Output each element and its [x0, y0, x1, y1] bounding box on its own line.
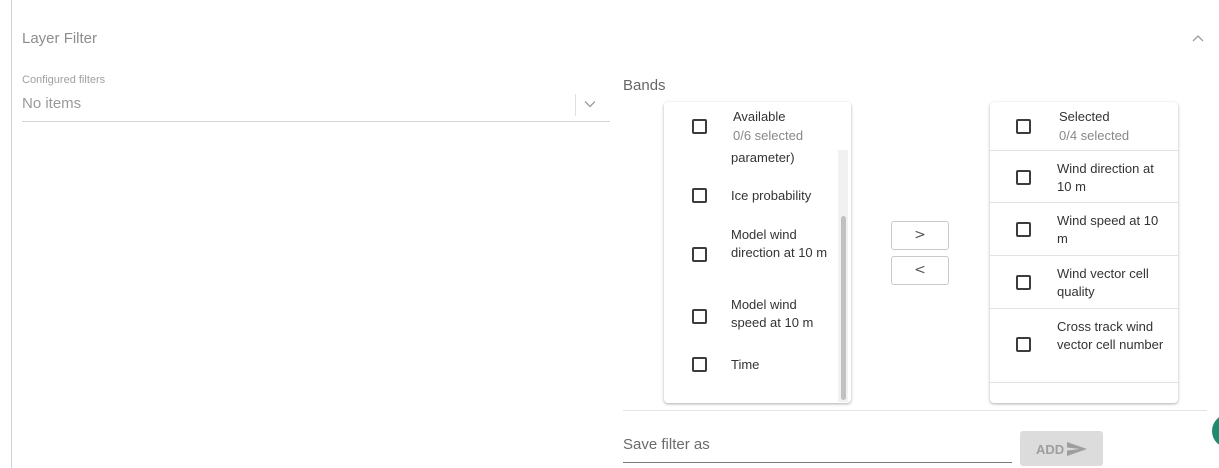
save-filter-field[interactable] [623, 432, 1012, 463]
item-label: parameter) [731, 150, 795, 165]
add-button-label: ADD [1036, 442, 1065, 457]
item-checkbox[interactable] [692, 357, 707, 372]
bands-label: Bands [623, 77, 666, 94]
chevron-up-icon[interactable] [1191, 33, 1205, 43]
list-item[interactable]: Time [664, 346, 851, 386]
item-label: Time [731, 357, 760, 372]
list-item[interactable]: Model wind direction at 10 m [664, 222, 851, 288]
item-checkbox[interactable] [1016, 170, 1031, 185]
item-checkbox[interactable] [1016, 275, 1031, 290]
add-filter-button[interactable]: ADD [1020, 431, 1103, 466]
item-checkbox[interactable] [1016, 337, 1031, 352]
floating-action-button[interactable] [1212, 414, 1219, 448]
item-label: Ice probability [731, 188, 812, 203]
available-title: Available [733, 109, 786, 124]
item-label: Wind direction at 10 m [1057, 161, 1154, 194]
configured-filters-select[interactable]: No items [22, 90, 610, 122]
panel-title: Layer Filter [22, 30, 98, 47]
item-label: Wind speed at 10 m [1057, 213, 1159, 246]
item-label: Wind vector cell quality [1057, 266, 1149, 299]
list-item[interactable]: Model wind speed at 10 m [664, 294, 851, 342]
available-header: Available 0/6 selected [664, 102, 851, 150]
available-bands-list: parameter) Ice probability Model wind di… [664, 102, 851, 403]
save-filter-input[interactable] [623, 436, 1012, 453]
item-checkbox[interactable] [1016, 222, 1031, 237]
footer-divider [623, 410, 1207, 411]
send-icon [1067, 442, 1087, 456]
list-item[interactable]: Cross track wind vector cell number [990, 309, 1178, 383]
item-checkbox[interactable] [692, 309, 707, 324]
selected-count: 0/4 selected [1059, 128, 1130, 143]
selected-header: Selected 0/4 selected [990, 102, 1178, 150]
available-count: 0/6 selected [733, 128, 804, 143]
list-item[interactable]: Wind direction at 10 m [990, 150, 1178, 203]
configured-filters-value: No items [22, 95, 82, 112]
configured-filters-label: Configured filters [22, 74, 106, 86]
list-item[interactable]: Wind speed at 10 m [990, 203, 1178, 256]
item-label: Model wind direction at 10 m [731, 227, 828, 260]
item-checkbox[interactable] [692, 188, 707, 203]
select-divider [575, 94, 576, 116]
selected-title: Selected [1059, 109, 1110, 124]
chevron-down-icon[interactable] [584, 100, 596, 108]
move-to-available-button[interactable]: < [891, 256, 949, 285]
move-to-selected-button[interactable]: > [891, 221, 949, 250]
select-all-available-checkbox[interactable] [692, 119, 707, 134]
select-all-selected-checkbox[interactable] [1016, 119, 1031, 134]
panel-left-border [11, 0, 12, 468]
list-item[interactable]: Wind vector cell quality [990, 256, 1178, 309]
item-label: Cross track wind vector cell number [1057, 319, 1164, 352]
item-label: Model wind speed at 10 m [731, 297, 814, 330]
item-checkbox[interactable] [692, 247, 707, 262]
list-item[interactable]: Ice probability [664, 176, 851, 216]
selected-bands-list: Selected 0/4 selected Wind direction at … [990, 102, 1178, 403]
scrollbar-thumb[interactable] [841, 216, 846, 400]
